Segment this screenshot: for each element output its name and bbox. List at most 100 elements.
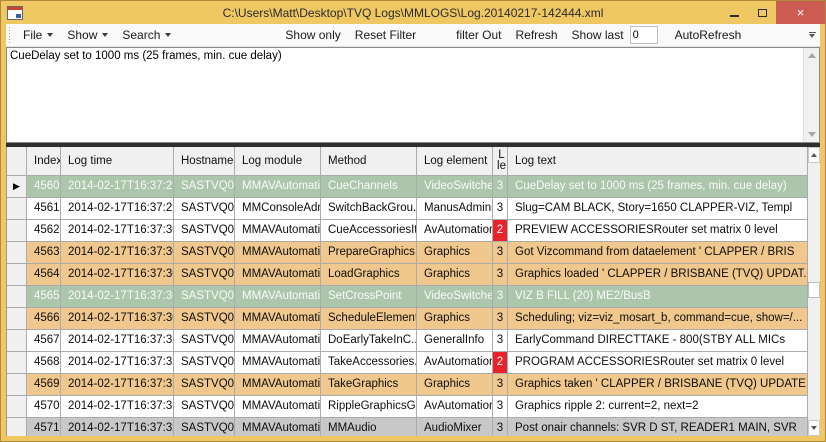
row-header[interactable]: ▶ — [7, 176, 27, 197]
cell-index[interactable]: 4570 — [27, 396, 61, 417]
cell-module[interactable]: MMAVAutomation — [235, 176, 321, 197]
show-only-button[interactable]: Show only — [278, 24, 347, 46]
show-last-input[interactable] — [630, 26, 658, 44]
cell-level[interactable]: 3 — [493, 374, 508, 395]
cell-time[interactable]: 2014-02-17T16:37:32... — [61, 396, 174, 417]
cell-element[interactable]: VideoSwitcher — [417, 176, 493, 197]
cell-time[interactable]: 2014-02-17T16:37:30... — [61, 286, 174, 307]
cell-index[interactable]: 4564 — [27, 264, 61, 285]
row-header[interactable] — [7, 418, 27, 436]
cell-text[interactable]: Post onair channels: SVR D ST, READER1 M… — [508, 418, 807, 436]
cell-module[interactable]: MMAVAutomation — [235, 286, 321, 307]
cell-text[interactable]: Got Vizcommand from dataelement ' CLAPPE… — [508, 242, 807, 263]
cell-element[interactable]: GeneralInfo — [417, 330, 493, 351]
column-header-logelement[interactable]: Log element — [417, 147, 493, 175]
cell-time[interactable]: 2014-02-17T16:37:30... — [61, 308, 174, 329]
cell-element[interactable]: AvAutomation — [417, 352, 493, 373]
close-button[interactable]: × — [776, 1, 825, 24]
column-header-logmodule[interactable]: Log module — [235, 147, 321, 175]
cell-level[interactable]: 3 — [493, 242, 508, 263]
cell-module[interactable]: MMAVAutomation — [235, 396, 321, 417]
detail-scrollbar[interactable] — [803, 48, 819, 142]
cell-module[interactable]: MMAVAutomation — [235, 352, 321, 373]
cell-module[interactable]: MMAVAutomation — [235, 374, 321, 395]
cell-module[interactable]: MMAVAutomation — [235, 242, 321, 263]
row-header-corner[interactable] — [7, 147, 27, 175]
cell-level[interactable]: 3 — [493, 286, 508, 307]
cell-module[interactable]: MMConsoleAdmi... — [235, 198, 321, 219]
cell-index[interactable]: 4568 — [27, 352, 61, 373]
column-header-loglevel[interactable]: L le — [493, 147, 508, 175]
cell-level[interactable]: 3 — [493, 330, 508, 351]
cell-level[interactable]: 3 — [493, 308, 508, 329]
cell-text[interactable]: Graphics taken ' CLAPPER / BRISBANE (TVQ… — [508, 374, 807, 395]
row-header[interactable] — [7, 264, 27, 285]
table-row[interactable]: 45642014-02-17T16:37:30...SASTVQ01MMAVAu… — [7, 264, 807, 286]
toolbar-grip-icon[interactable] — [8, 27, 12, 43]
cell-text[interactable]: Scheduling; viz=viz_mosart_b, command=cu… — [508, 308, 807, 329]
column-header-logtext[interactable]: Log text — [508, 147, 807, 175]
cell-host[interactable]: SASTVQ01 — [174, 396, 235, 417]
minimize-button[interactable] — [720, 1, 748, 24]
table-row[interactable]: 45682014-02-17T16:37:32...SASTVQ01MMAVAu… — [7, 352, 807, 374]
cell-host[interactable]: SASTVQ01 — [174, 352, 235, 373]
maximize-button[interactable] — [748, 1, 776, 24]
scroll-down-icon[interactable] — [804, 127, 819, 142]
table-row[interactable]: 45672014-02-17T16:37:32...SASTVQ01MMAVAu… — [7, 330, 807, 352]
autorefresh-button[interactable]: AutoRefresh — [668, 24, 749, 46]
cell-method[interactable]: CueAccessoriesIt... — [321, 220, 417, 241]
cell-host[interactable]: SASTVQ01 — [174, 242, 235, 263]
cell-host[interactable]: SASTVQ01 — [174, 374, 235, 395]
detail-text[interactable]: CueDelay set to 1000 ms (25 frames, min.… — [10, 49, 801, 63]
cell-method[interactable]: LoadGraphics — [321, 264, 417, 285]
cell-method[interactable]: TakeGraphics — [321, 374, 417, 395]
table-row[interactable]: 45712014-02-17T16:37:32...SASTVQ01MMAVAu… — [7, 418, 807, 436]
cell-module[interactable]: MMAVAutomation — [235, 330, 321, 351]
row-header[interactable] — [7, 198, 27, 219]
row-header[interactable] — [7, 220, 27, 241]
cell-element[interactable]: Graphics — [417, 242, 493, 263]
cell-host[interactable]: SASTVQ01 — [174, 264, 235, 285]
cell-time[interactable]: 2014-02-17T16:37:30... — [61, 264, 174, 285]
cell-host[interactable]: SASTVQ01 — [174, 176, 235, 197]
title-bar[interactable]: C:\Users\Matt\Desktop\TVQ Logs\MMLOGS\Lo… — [1, 1, 825, 24]
cell-level[interactable]: 3 — [493, 264, 508, 285]
cell-method[interactable]: DoEarlyTakeInC... — [321, 330, 417, 351]
cell-text[interactable]: Graphics loaded ' CLAPPER / BRISBANE (TV… — [508, 264, 807, 285]
cell-text[interactable]: EarlyCommand DIRECTTAKE - 800(STBY ALL M… — [508, 330, 807, 351]
table-row[interactable]: 45702014-02-17T16:37:32...SASTVQ01MMAVAu… — [7, 396, 807, 418]
cell-index[interactable]: 4565 — [27, 286, 61, 307]
cell-text[interactable]: Slug=CAM BLACK, Story=1650 CLAPPER-VIZ, … — [508, 198, 807, 219]
reset-filter-button[interactable]: Reset Filter — [348, 24, 423, 46]
scroll-down-icon[interactable] — [808, 420, 820, 436]
table-row[interactable]: ▶45602014-02-17T16:37:29...SASTVQ01MMAVA… — [7, 176, 807, 198]
cell-host[interactable]: SASTVQ01 — [174, 418, 235, 436]
cell-time[interactable]: 2014-02-17T16:37:32... — [61, 374, 174, 395]
cell-index[interactable]: 4561 — [27, 198, 61, 219]
row-header[interactable] — [7, 242, 27, 263]
cell-time[interactable]: 2014-02-17T16:37:32... — [61, 418, 174, 436]
cell-module[interactable]: MMAVAutomation — [235, 220, 321, 241]
cell-method[interactable]: SwitchBackGrou... — [321, 198, 417, 219]
cell-level[interactable]: 2 — [493, 220, 508, 241]
cell-element[interactable]: ManusAdministr — [417, 198, 493, 219]
filter-out-button[interactable]: filter Out — [449, 24, 508, 46]
cell-text[interactable]: PREVIEW ACCESSORIESRouter set matrix 0 l… — [508, 220, 807, 241]
table-row[interactable]: 45632014-02-17T16:37:30...SASTVQ01MMAVAu… — [7, 242, 807, 264]
cell-method[interactable]: MMAudio — [321, 418, 417, 436]
row-header[interactable] — [7, 396, 27, 417]
cell-host[interactable]: SASTVQ01 — [174, 308, 235, 329]
cell-module[interactable]: MMAVAutomation — [235, 308, 321, 329]
row-header[interactable] — [7, 308, 27, 329]
refresh-button[interactable]: Refresh — [509, 24, 565, 46]
row-header[interactable] — [7, 374, 27, 395]
grid-scrollbar[interactable] — [807, 147, 820, 436]
column-header-hostname[interactable]: Hostname — [174, 147, 235, 175]
toolbar-overflow-icon[interactable] — [806, 32, 818, 38]
cell-module[interactable]: MMAVAutomation — [235, 418, 321, 436]
cell-index[interactable]: 4560 — [27, 176, 61, 197]
cell-text[interactable]: CueDelay set to 1000 ms (25 frames, min.… — [508, 176, 807, 197]
cell-level[interactable]: 3 — [493, 198, 508, 219]
column-header-index[interactable]: Index — [27, 147, 61, 175]
cell-time[interactable]: 2014-02-17T16:37:32... — [61, 330, 174, 351]
